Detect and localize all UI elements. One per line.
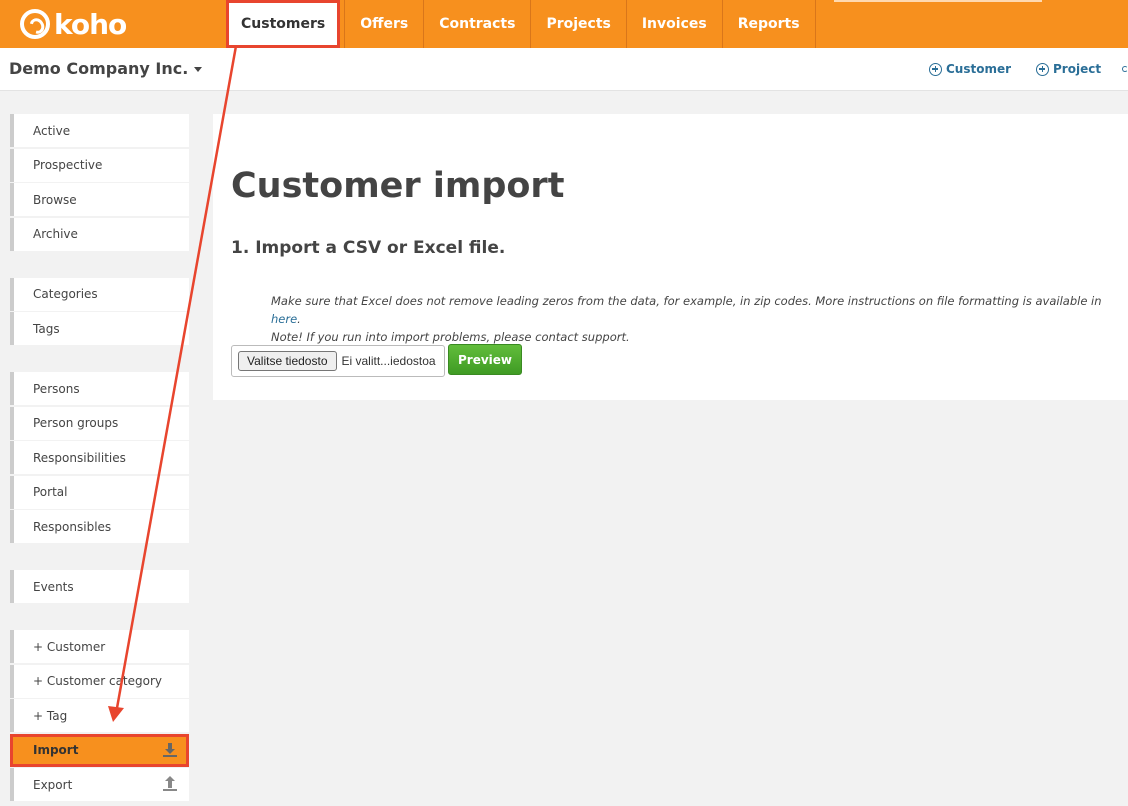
sidebar-item-archive[interactable]: Archive: [10, 217, 189, 251]
company-name: Demo Company Inc.: [9, 59, 189, 78]
chevron-down-icon: [194, 67, 203, 72]
sidebar-group-status: Active Prospective Browse Archive: [10, 114, 189, 251]
new-project-button[interactable]: Project: [1036, 62, 1101, 76]
file-status: Ei valitt...iedostoa: [341, 354, 436, 368]
import-instructions: Make sure that Excel does not remove lea…: [271, 292, 1121, 346]
tab-projects[interactable]: Projects: [530, 0, 625, 48]
koho-logo-icon: [20, 9, 50, 39]
tab-reports[interactable]: Reports: [721, 0, 816, 48]
sidebar-item-portal[interactable]: Portal: [10, 475, 189, 509]
preview-button[interactable]: Preview: [448, 344, 522, 375]
upload-icon: [163, 776, 177, 791]
logo-text: koho: [54, 7, 127, 41]
sidebar-item-import[interactable]: Import: [10, 733, 189, 767]
sidebar-item-responsibilities[interactable]: Responsibilities: [10, 441, 189, 474]
top-bar: koho Customers Offers Contracts Projects…: [0, 0, 1128, 48]
top-strip: [834, 0, 1042, 2]
new-customer-button[interactable]: Customer: [929, 62, 1011, 76]
sidebar-item-events[interactable]: Events: [10, 570, 189, 603]
sidebar-item-tags[interactable]: Tags: [10, 312, 189, 345]
file-input[interactable]: Valitse tiedosto Ei valitt...iedostoa: [231, 345, 445, 377]
new-customer-label: Customer: [946, 62, 1012, 76]
sidebar-item-add-customer-category[interactable]: + Customer category: [10, 664, 189, 698]
sidebar-item-add-tag[interactable]: + Tag: [10, 699, 189, 732]
sidebar-group-people: Persons Person groups Responsibilities P…: [10, 372, 189, 543]
koho-logo[interactable]: koho: [20, 7, 127, 41]
sidebar-item-responsibles[interactable]: Responsibles: [10, 510, 189, 543]
more-actions-icon[interactable]: [1122, 66, 1128, 72]
sidebar: Active Prospective Browse Archive Catego…: [10, 114, 189, 806]
sidebar-item-label: Import: [33, 743, 79, 757]
company-selector[interactable]: Demo Company Inc.: [9, 59, 203, 78]
new-project-label: Project: [1053, 62, 1102, 76]
step-title: 1. Import a CSV or Excel file.: [231, 238, 506, 258]
instructions-line-2: Note! If you run into import problems, p…: [271, 330, 630, 344]
instructions-period: .: [297, 312, 301, 326]
instructions-text: Make sure that Excel does not remove lea…: [271, 294, 1102, 308]
sidebar-item-browse[interactable]: Browse: [10, 183, 189, 216]
instructions-line-1: Make sure that Excel does not remove lea…: [271, 292, 1121, 328]
tab-customers[interactable]: Customers: [226, 0, 341, 48]
instructions-here-link[interactable]: here: [271, 312, 297, 326]
choose-file-button[interactable]: Valitse tiedosto: [238, 351, 337, 371]
sidebar-group-events: Events: [10, 570, 189, 603]
plus-circle-icon: [929, 62, 942, 76]
sidebar-item-active[interactable]: Active: [10, 114, 189, 147]
main-nav: Customers Offers Contracts Projects Invo…: [222, 0, 816, 48]
sidebar-item-categories[interactable]: Categories: [10, 277, 189, 311]
sidebar-group-actions: + Customer + Customer category + Tag Imp…: [10, 630, 189, 801]
sidebar-item-person-groups[interactable]: Person groups: [10, 406, 189, 440]
download-icon: [163, 742, 177, 757]
import-panel: Customer import 1. Import a CSV or Excel…: [213, 114, 1128, 400]
plus-circle-icon: [1036, 62, 1049, 76]
sidebar-item-add-customer[interactable]: + Customer: [10, 630, 189, 663]
sidebar-item-persons[interactable]: Persons: [10, 372, 189, 405]
tab-offers[interactable]: Offers: [344, 0, 423, 48]
page-title: Customer import: [231, 166, 565, 206]
sidebar-item-label: Export: [33, 777, 73, 792]
tab-contracts[interactable]: Contracts: [423, 0, 530, 48]
sidebar-item-prospective[interactable]: Prospective: [10, 148, 189, 182]
sidebar-item-export[interactable]: Export: [10, 768, 189, 801]
sub-header: Demo Company Inc. Customer Project: [0, 48, 1128, 91]
sidebar-group-classification: Categories Tags: [10, 277, 189, 345]
tab-invoices[interactable]: Invoices: [625, 0, 722, 48]
